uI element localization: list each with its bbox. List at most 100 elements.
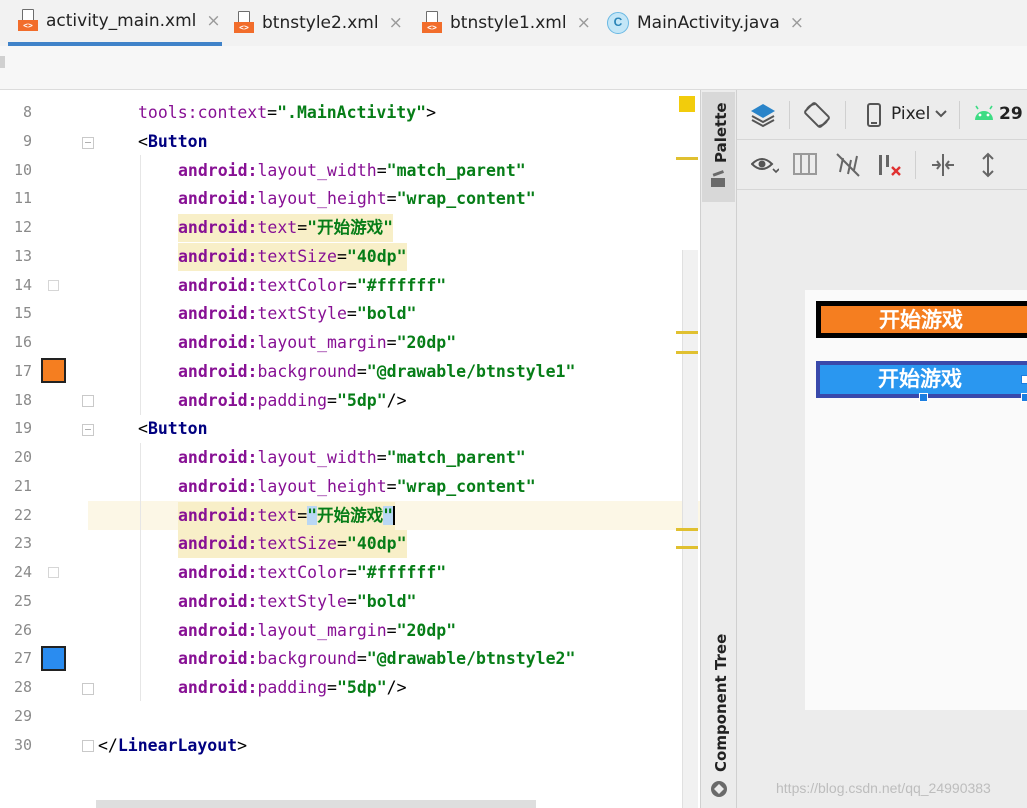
color-swatch-white[interactable] bbox=[48, 567, 59, 578]
line-number: 21 bbox=[13, 477, 32, 495]
line-number: 13 bbox=[13, 247, 32, 265]
tab-btnstyle2-xml[interactable]: <> btnstyle2.xml × bbox=[234, 0, 403, 46]
line-number: 17 bbox=[13, 362, 32, 380]
indent-guide bbox=[140, 443, 141, 701]
tab-activity-main-xml[interactable]: <> activity_main.xml × bbox=[8, 0, 222, 46]
code-line-28: android:padding="5dp"/> bbox=[178, 678, 407, 697]
code-line-9: <Button bbox=[138, 132, 208, 151]
scroll-marker[interactable] bbox=[676, 157, 698, 160]
line-number: 22 bbox=[13, 506, 32, 524]
preview-button-label: 开始游戏 bbox=[878, 367, 962, 391]
line-number: 10 bbox=[13, 161, 32, 179]
code-line-20: android:layout_width="match_parent" bbox=[178, 448, 526, 467]
palette-tab[interactable]: Palette bbox=[702, 92, 735, 202]
code-editor[interactable]: 8 9 10 11 12 13 14 15 16 17 18 19 20 21 … bbox=[0, 90, 700, 808]
autoconnect-off-icon[interactable] bbox=[835, 152, 861, 178]
horizontal-scrollbar[interactable] bbox=[96, 800, 536, 808]
chevron-down-icon[interactable] bbox=[935, 109, 947, 119]
resize-handle[interactable] bbox=[919, 393, 928, 402]
code-line-15: android:textStyle="bold" bbox=[178, 304, 417, 323]
scroll-marker[interactable] bbox=[676, 546, 698, 549]
color-swatch-white[interactable] bbox=[48, 280, 59, 291]
color-swatch-blue[interactable] bbox=[41, 646, 66, 671]
line-number: 11 bbox=[13, 189, 32, 207]
code-line-8: tools:context=".MainActivity"> bbox=[138, 103, 437, 122]
layout-preview-canvas[interactable] bbox=[805, 290, 1027, 710]
line-number: 18 bbox=[13, 391, 32, 409]
close-icon[interactable]: × bbox=[206, 11, 220, 31]
component-tree-label: Component Tree bbox=[712, 633, 730, 772]
editor-gutter: 8 9 10 11 12 13 14 15 16 17 18 19 20 21 … bbox=[0, 90, 94, 808]
scroll-marker[interactable] bbox=[676, 351, 698, 354]
java-class-icon: C bbox=[607, 12, 629, 34]
design-toolbar-top bbox=[737, 90, 1027, 140]
code-line-10: android:layout_width="match_parent" bbox=[178, 161, 526, 180]
line-number: 8 bbox=[22, 103, 32, 121]
breadcrumb-marker bbox=[0, 56, 5, 68]
resize-handle[interactable] bbox=[1021, 393, 1027, 402]
scroll-marker[interactable] bbox=[676, 331, 698, 334]
fold-end-icon[interactable] bbox=[82, 395, 94, 407]
line-number: 16 bbox=[13, 333, 32, 351]
xml-file-icon: <> bbox=[422, 11, 442, 35]
tab-btnstyle1-xml[interactable]: <> btnstyle1.xml × bbox=[422, 0, 591, 46]
code-line-22: android:text="开始游戏" bbox=[178, 502, 396, 530]
palette-icon bbox=[711, 170, 725, 187]
code-line-19: <Button bbox=[138, 419, 208, 438]
device-selector[interactable]: Pixel bbox=[891, 104, 930, 124]
code-line-24: android:textColor="#ffffff" bbox=[178, 563, 447, 582]
close-icon[interactable]: × bbox=[577, 13, 591, 33]
code-line-16: android:layout_margin="20dp" bbox=[178, 333, 457, 352]
code-line-21: android:layout_height="wrap_content" bbox=[178, 477, 536, 496]
android-icon[interactable] bbox=[973, 105, 995, 121]
code-line-26: android:layout_margin="20dp" bbox=[178, 621, 457, 640]
watermark: https://blog.csdn.net/qq_24990383 bbox=[776, 780, 991, 796]
color-swatch-orange[interactable] bbox=[41, 358, 66, 383]
design-toolbar-bottom bbox=[737, 140, 1027, 190]
line-number: 20 bbox=[13, 448, 32, 466]
line-number: 24 bbox=[13, 563, 32, 581]
line-number: 14 bbox=[13, 276, 32, 294]
line-number: 29 bbox=[13, 707, 32, 725]
constraint-handle[interactable] bbox=[1021, 375, 1027, 384]
api-level-selector[interactable]: 29 bbox=[999, 104, 1023, 124]
close-icon[interactable]: × bbox=[389, 13, 403, 33]
view-options-eye-icon[interactable] bbox=[751, 155, 779, 177]
code-line-17: android:background="@drawable/btnstyle1" bbox=[178, 362, 576, 381]
tab-label: MainActivity.java bbox=[637, 13, 780, 33]
device-phone-icon[interactable] bbox=[867, 103, 881, 127]
line-number: 30 bbox=[13, 736, 32, 754]
tab-label: activity_main.xml bbox=[46, 11, 197, 31]
xml-file-icon: <> bbox=[18, 9, 38, 33]
line-number: 27 bbox=[13, 649, 32, 667]
pack-horizontal-icon[interactable] bbox=[930, 152, 956, 178]
fold-toggle-icon[interactable] bbox=[82, 137, 94, 149]
code-line-18: android:padding="5dp"/> bbox=[178, 391, 407, 410]
clear-constraints-icon[interactable] bbox=[877, 152, 903, 178]
line-number: 23 bbox=[13, 534, 32, 552]
scroll-marker[interactable] bbox=[676, 528, 698, 531]
code-line-14: android:textColor="#ffffff" bbox=[178, 276, 447, 295]
code-line-25: android:textStyle="bold" bbox=[178, 592, 417, 611]
close-icon[interactable]: × bbox=[790, 13, 804, 33]
line-number: 9 bbox=[22, 132, 32, 150]
code-line-27: android:background="@drawable/btnstyle2" bbox=[178, 649, 576, 668]
preview-button-label: 开始游戏 bbox=[879, 308, 963, 332]
fold-toggle-icon[interactable] bbox=[82, 424, 94, 436]
expand-vertical-icon[interactable] bbox=[975, 152, 1001, 178]
text-cursor: " bbox=[383, 506, 396, 525]
line-number: 19 bbox=[13, 419, 32, 437]
warning-indicator-icon[interactable] bbox=[679, 96, 695, 112]
fold-end-icon[interactable] bbox=[82, 740, 94, 752]
component-tree-tab[interactable]: Component Tree bbox=[702, 634, 735, 800]
orientation-icon[interactable] bbox=[803, 101, 831, 129]
tab-mainactivity-java[interactable]: C MainActivity.java × bbox=[607, 0, 804, 46]
breadcrumb-bar bbox=[0, 46, 1027, 90]
blueprint-icon[interactable] bbox=[793, 152, 817, 176]
code-line-13: android:textSize="40dp" bbox=[178, 243, 407, 271]
preview-button-1[interactable]: 开始游戏 bbox=[816, 301, 1027, 338]
xml-file-icon: <> bbox=[234, 11, 254, 35]
fold-end-icon[interactable] bbox=[82, 683, 94, 695]
layers-icon[interactable] bbox=[749, 102, 777, 128]
editor-tab-bar: <> activity_main.xml × <> btnstyle2.xml … bbox=[0, 0, 1027, 46]
